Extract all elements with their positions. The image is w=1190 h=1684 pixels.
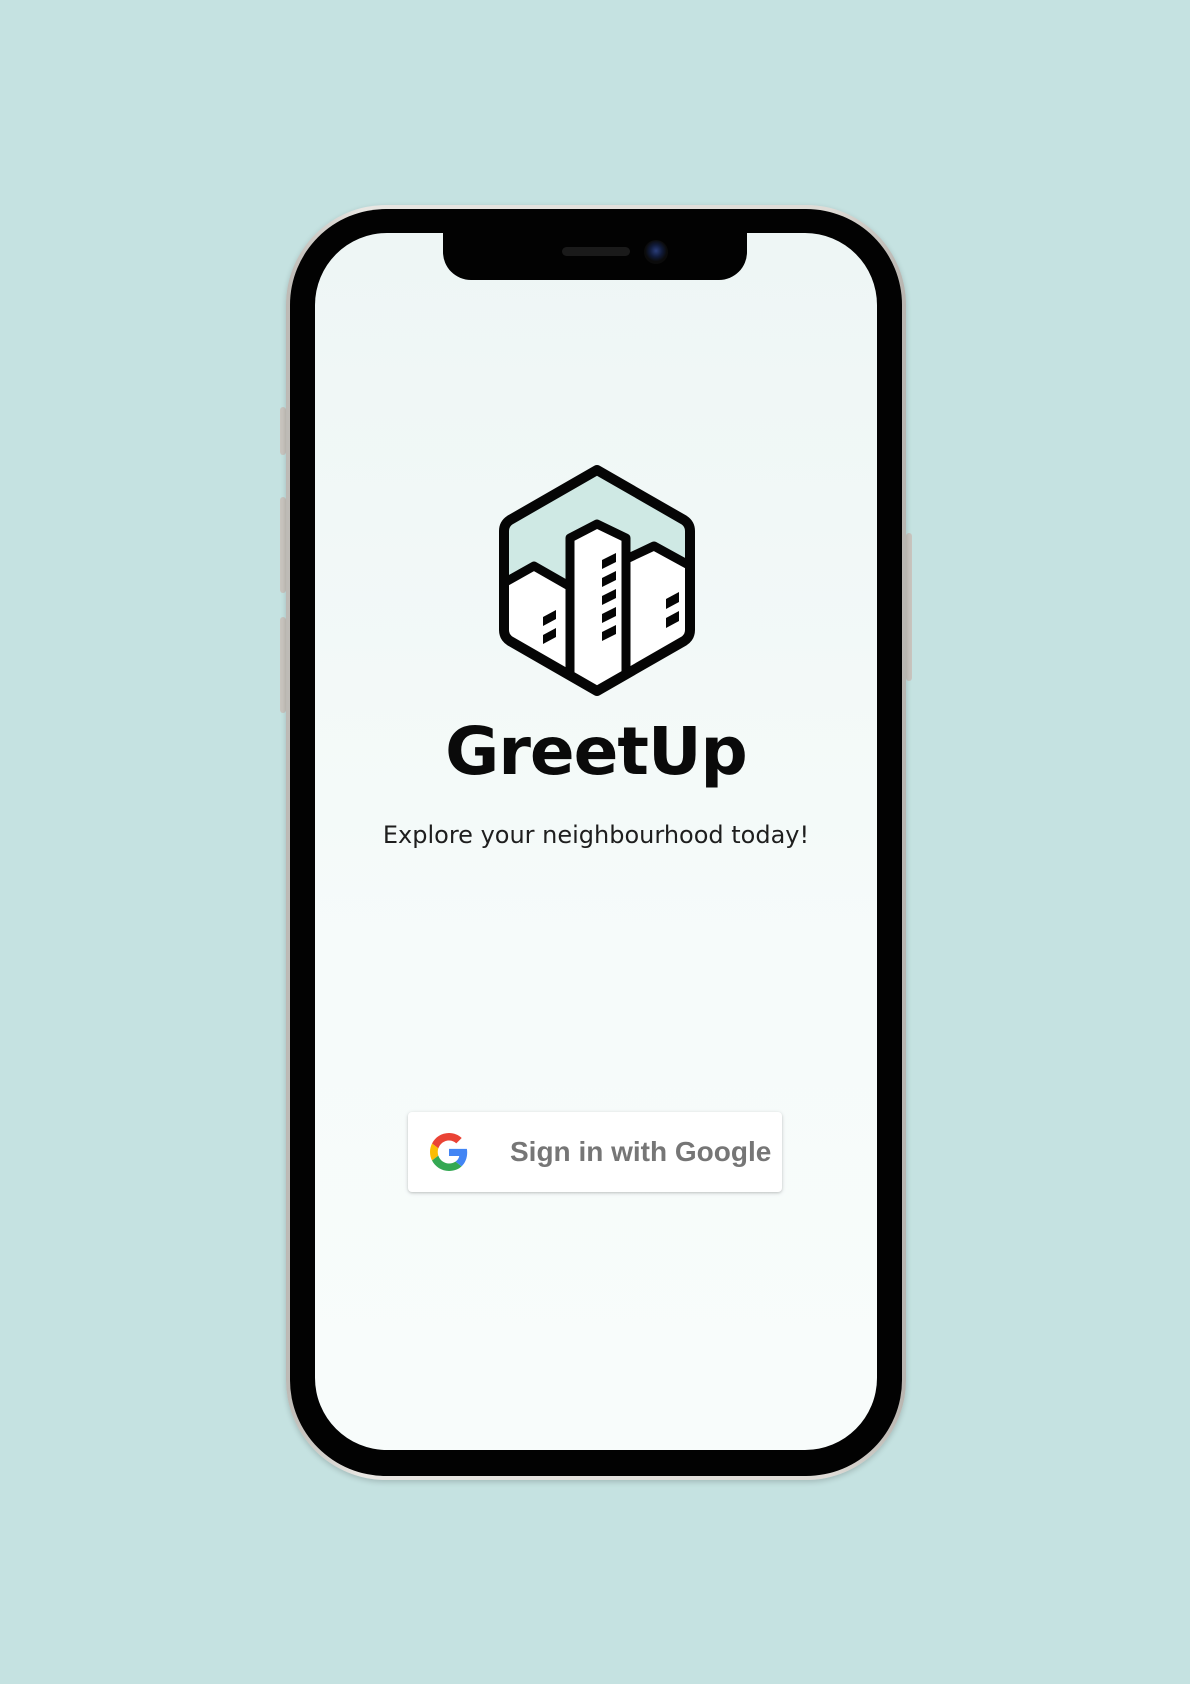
city-buildings-hexagon-icon [499,465,695,696]
google-sign-in-label: Sign in with Google [510,1136,772,1167]
power-button [906,533,912,681]
logo-building-tower [565,519,631,691]
front-camera [644,240,668,264]
app-tagline: Explore your neighbourhood today! [382,821,810,849]
google-g-icon [430,1133,468,1171]
app-title: GreetUp [445,713,748,790]
earpiece-speaker [562,247,630,256]
google-sign-in-button[interactable]: Sign in with Google [408,1112,782,1192]
